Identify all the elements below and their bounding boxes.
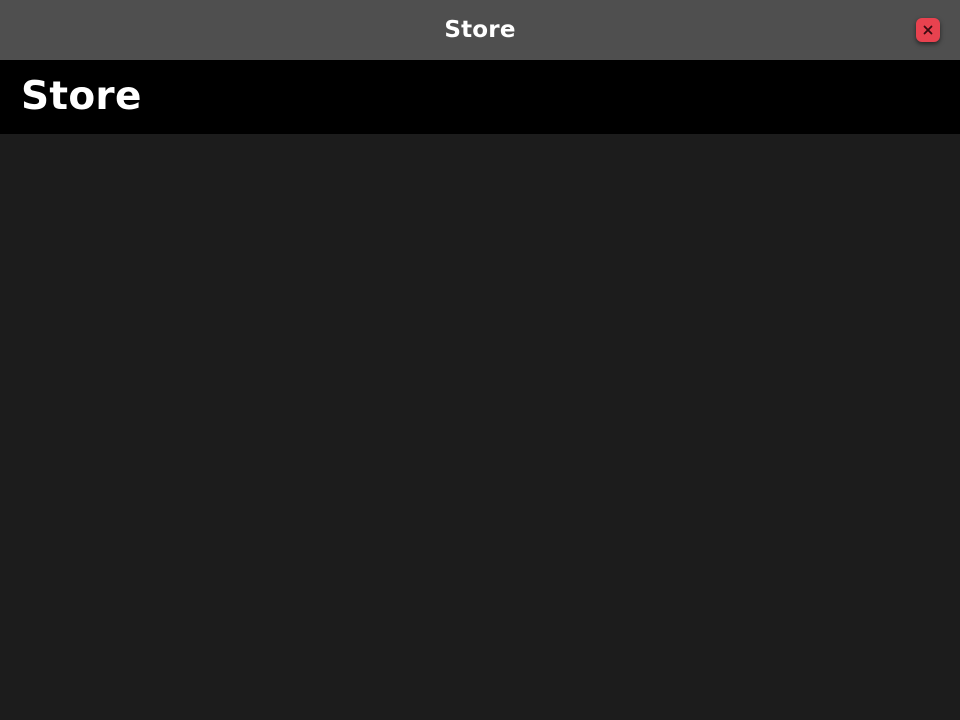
store-header: Store <box>0 60 960 134</box>
page-title: Store <box>21 74 142 119</box>
store-content-area <box>0 134 960 720</box>
close-button[interactable] <box>916 18 940 42</box>
close-icon <box>923 25 933 35</box>
app-window: Store Store <box>0 0 960 720</box>
window-title: Store <box>444 17 516 43</box>
window-titlebar[interactable]: Store <box>0 0 960 60</box>
